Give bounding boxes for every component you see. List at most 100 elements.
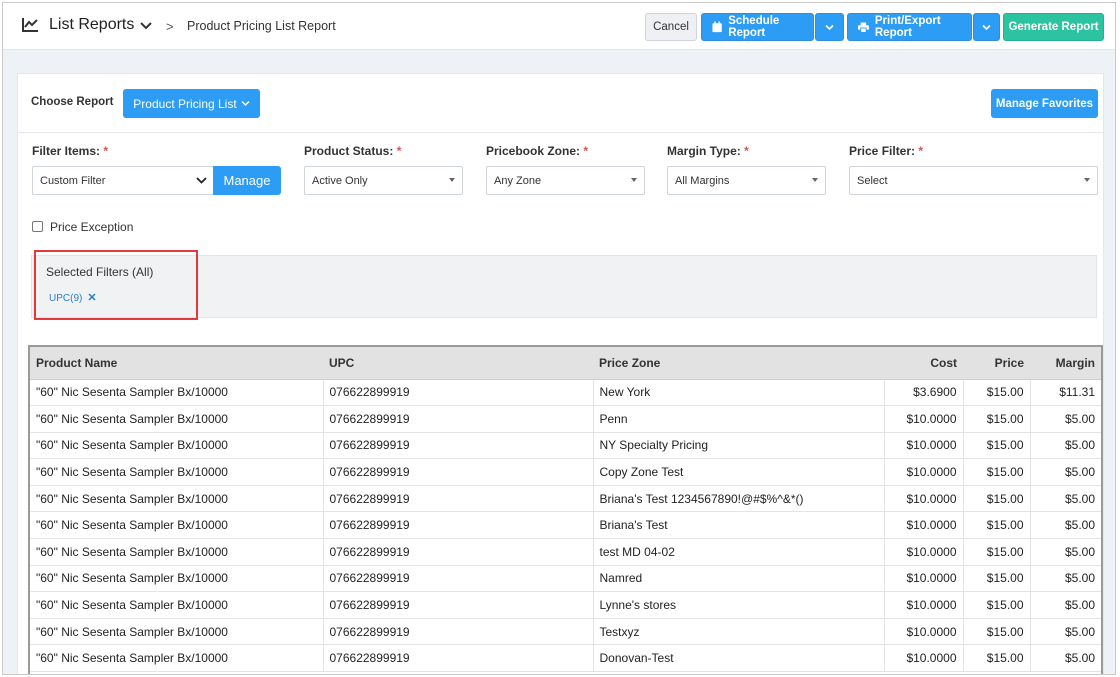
column-header-cost[interactable]: Cost <box>884 347 963 380</box>
caret-down-icon <box>1084 178 1090 182</box>
product-name-cell: "60" Nic Sesenta Sampler Bx/10000 <box>30 591 324 619</box>
print-export-label: Print/Export Report <box>874 15 941 39</box>
product-name-cell: "60" Nic Sesenta Sampler Bx/10000 <box>30 458 324 486</box>
column-header-price-zone[interactable]: Price Zone <box>593 347 884 380</box>
margin-cell: $5.00 <box>1030 618 1101 646</box>
price-cell: $15.00 <box>963 538 1031 566</box>
filter-items-select[interactable]: Custom Filter <box>32 166 214 195</box>
table-body: "60" Nic Sesenta Sampler Bx/10000 0766228… <box>30 379 1101 673</box>
breadcrumb-separator: > <box>166 19 174 34</box>
product-name-cell: "60" Nic Sesenta Sampler Bx/10000 <box>30 432 324 460</box>
table-row[interactable]: "60" Nic Sesenta Sampler Bx/10000 0766228… <box>30 644 1101 673</box>
cost-cell: $10.0000 <box>884 458 964 486</box>
filter-items-label-text: Filter Items: <box>32 144 101 158</box>
cost-cell: $10.0000 <box>884 432 964 460</box>
print-export-dropdown[interactable] <box>973 13 1000 41</box>
price-zone-cell: New York <box>593 379 885 407</box>
table-row[interactable]: "60" Nic Sesenta Sampler Bx/10000 0766228… <box>30 405 1101 433</box>
table-row[interactable]: "60" Nic Sesenta Sampler Bx/10000 0766228… <box>30 379 1101 407</box>
price-zone-cell: Briana's Test <box>593 511 885 540</box>
margin-cell: $5.00 <box>1030 511 1101 540</box>
price-filter-label: Price Filter: * <box>849 144 923 158</box>
price-zone-cell: NY Specialty Pricing <box>593 432 885 460</box>
column-header-margin[interactable]: Margin <box>1030 347 1101 380</box>
price-cell: $15.00 <box>963 432 1031 460</box>
column-header-upc[interactable]: UPC <box>323 347 593 380</box>
breadcrumb-list-reports[interactable]: List Reports <box>49 16 134 34</box>
column-header-product-name[interactable]: Product Name <box>30 347 323 380</box>
table-row[interactable]: "60" Nic Sesenta Sampler Bx/10000 0766228… <box>30 591 1101 619</box>
price-exception-label[interactable]: Price Exception <box>50 220 133 234</box>
line-chart-icon <box>22 18 38 32</box>
price-zone-cell: Lynne's stores <box>593 591 885 619</box>
pricebook-zone-select[interactable]: Any Zone <box>486 166 645 195</box>
product-status-select[interactable]: Active Only <box>304 166 463 195</box>
upc-cell: 076622899919 <box>323 405 594 433</box>
price-filter-select[interactable]: Select <box>849 166 1098 195</box>
manage-favorites-button[interactable]: Manage Favorites <box>991 89 1098 118</box>
required-mark: * <box>396 144 402 158</box>
breadcrumb-current: Product Pricing List Report <box>187 19 336 33</box>
table-row[interactable]: "60" Nic Sesenta Sampler Bx/10000 0766228… <box>30 565 1101 593</box>
table-row[interactable]: "60" Nic Sesenta Sampler Bx/10000 0766228… <box>30 511 1101 540</box>
price-cell: $15.00 <box>963 644 1031 673</box>
chevron-down-icon <box>196 177 207 184</box>
price-cell: $15.00 <box>963 405 1031 433</box>
table-row[interactable]: "60" Nic Sesenta Sampler Bx/10000 0766228… <box>30 458 1101 486</box>
app-window: List Reports > Product Pricing List Repo… <box>2 2 1116 675</box>
calendar-icon <box>712 21 722 33</box>
price-cell: $15.00 <box>963 618 1031 646</box>
pricebook-zone-value: Any Zone <box>494 174 542 187</box>
manage-filter-button[interactable]: Manage <box>213 166 281 195</box>
price-cell: $15.00 <box>963 485 1031 513</box>
price-zone-cell: Testxyz <box>593 618 885 646</box>
choose-report-label: Choose Report <box>31 96 114 108</box>
table-row[interactable]: "60" Nic Sesenta Sampler Bx/10000 0766228… <box>30 618 1101 646</box>
product-name-cell: "60" Nic Sesenta Sampler Bx/10000 <box>30 379 324 407</box>
schedule-report-button[interactable]: Schedule Report <box>701 13 814 41</box>
report-select-dropdown[interactable]: Product Pricing List <box>123 89 260 118</box>
cost-cell: $10.0000 <box>884 591 964 619</box>
chevron-down-icon[interactable] <box>140 21 152 31</box>
schedule-report-dropdown[interactable] <box>815 13 844 41</box>
product-status-label: Product Status: * <box>304 144 401 158</box>
results-table-container[interactable]: Product Name UPC Price Zone Cost Price M… <box>28 345 1103 674</box>
report-card: Choose Report Product Pricing List Manag… <box>17 73 1104 674</box>
price-exception-checkbox[interactable] <box>32 221 43 232</box>
highlight-annotation <box>34 250 198 320</box>
cost-cell: $3.6900 <box>884 379 964 407</box>
cost-cell: $10.0000 <box>884 538 964 566</box>
product-name-cell: "60" Nic Sesenta Sampler Bx/10000 <box>30 485 324 513</box>
generate-report-button[interactable]: Generate Report <box>1003 13 1104 41</box>
product-name-cell: "60" Nic Sesenta Sampler Bx/10000 <box>30 644 324 673</box>
price-zone-cell: Briana's Test 1234567890!@#$%^&*() <box>593 485 885 513</box>
caret-down-icon <box>631 178 637 182</box>
price-filter-label-text: Price Filter: <box>849 144 916 158</box>
margin-type-select[interactable]: All Margins <box>667 166 826 195</box>
upc-cell: 076622899919 <box>323 644 594 673</box>
required-mark: * <box>918 144 924 158</box>
results-table: Product Name UPC Price Zone Cost Price M… <box>30 347 1101 673</box>
price-cell: $15.00 <box>963 511 1031 540</box>
cost-cell: $10.0000 <box>884 618 964 646</box>
margin-cell: $11.31 <box>1030 379 1101 407</box>
schedule-report-label: Schedule Report <box>728 15 780 39</box>
cost-cell: $10.0000 <box>884 485 964 513</box>
table-row[interactable]: "60" Nic Sesenta Sampler Bx/10000 0766228… <box>30 432 1101 460</box>
margin-cell: $5.00 <box>1030 405 1101 433</box>
table-row[interactable]: "60" Nic Sesenta Sampler Bx/10000 0766228… <box>30 538 1101 566</box>
report-select-label: Product Pricing List <box>133 96 237 111</box>
upc-cell: 076622899919 <box>323 485 594 513</box>
column-header-price[interactable]: Price <box>963 347 1030 380</box>
print-export-button[interactable]: Print/Export Report <box>847 13 972 41</box>
margin-type-label-text: Margin Type: <box>667 144 741 158</box>
cancel-button[interactable]: Cancel <box>645 13 697 41</box>
table-row[interactable]: "60" Nic Sesenta Sampler Bx/10000 0766228… <box>30 485 1101 513</box>
margin-cell: $5.00 <box>1030 565 1101 593</box>
caret-down-icon <box>449 178 455 182</box>
cost-cell: $10.0000 <box>884 644 964 673</box>
divider <box>18 132 1103 133</box>
filter-items-value: Custom Filter <box>40 174 106 187</box>
price-cell: $15.00 <box>963 591 1031 619</box>
product-name-cell: "60" Nic Sesenta Sampler Bx/10000 <box>30 511 324 540</box>
